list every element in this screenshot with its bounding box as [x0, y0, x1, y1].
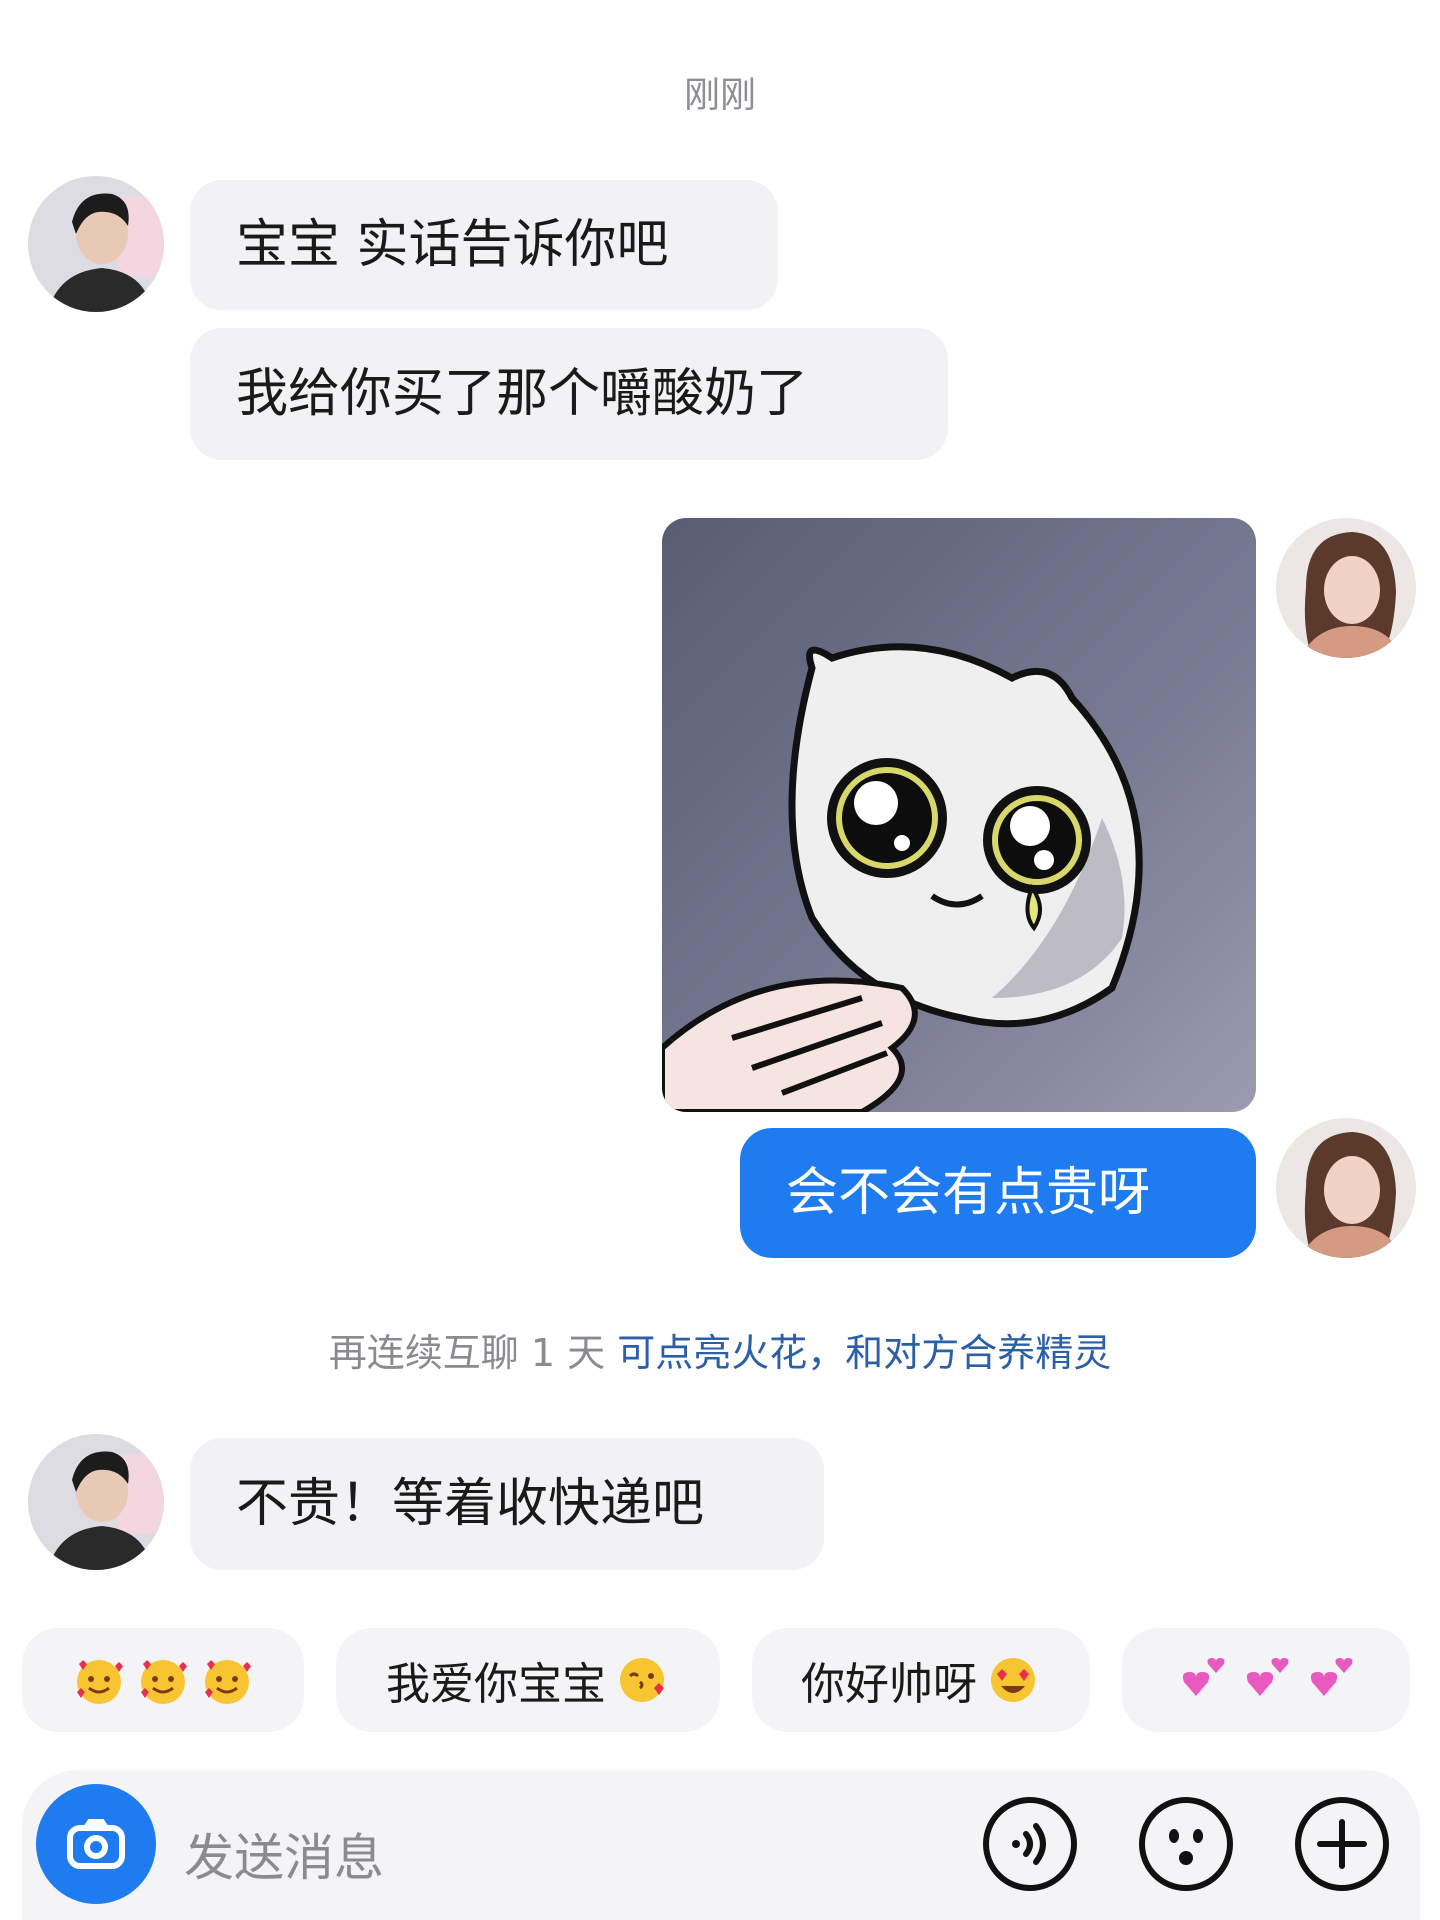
self-avatar[interactable]: [1276, 518, 1416, 658]
spark-tip: 再连续互聊 1 天 可点亮火花，和对方合养精灵: [0, 1322, 1440, 1377]
smiling-face-with-hearts-icon: [205, 1660, 251, 1704]
camera-icon: [67, 1819, 125, 1869]
chat-timestamp: 刚刚: [683, 75, 756, 116]
heart-eyes-icon: [991, 1658, 1035, 1702]
face-blowing-kiss-icon: [620, 1658, 664, 1702]
crying-cat-illustration: [662, 518, 1256, 1112]
incoming-message-2[interactable]: 我给你买了那个嚼酸奶了: [190, 328, 948, 460]
contact-avatar-image: [28, 176, 164, 312]
outgoing-message-1[interactable]: 会不会有点贵呀: [740, 1128, 1256, 1258]
plus-icon[interactable]: [1294, 1796, 1390, 1892]
contact-avatar-image: [28, 1434, 164, 1570]
smiling-face-with-hearts-icon: [141, 1660, 187, 1704]
contact-avatar[interactable]: [28, 1434, 164, 1570]
quick-reply-label: 你好帅呀: [801, 1659, 977, 1710]
self-avatar[interactable]: [1276, 1118, 1416, 1258]
two-hearts-icon: [1246, 1658, 1289, 1696]
self-avatar-image: [1276, 518, 1416, 658]
spark-tip-link[interactable]: 可点亮火花，和对方合养精灵: [617, 1331, 1111, 1375]
sticker-crying-cat[interactable]: [662, 518, 1256, 1112]
emoji-icon[interactable]: [1138, 1796, 1234, 1892]
smiling-face-with-hearts-icon: [77, 1660, 123, 1704]
quick-reply-handsome[interactable]: 你好帅呀: [752, 1628, 1090, 1732]
quick-reply-two-hearts[interactable]: [1122, 1628, 1410, 1732]
two-hearts-icon: [1310, 1658, 1353, 1696]
quick-reply-hearts-face[interactable]: [22, 1628, 304, 1732]
incoming-message-3[interactable]: 不贵！等着收快递吧: [190, 1438, 824, 1570]
voice-icon[interactable]: [982, 1796, 1078, 1892]
camera-button[interactable]: [36, 1784, 156, 1904]
contact-avatar[interactable]: [28, 176, 164, 312]
quick-reply-label: 我爱你宝宝: [386, 1659, 606, 1710]
quick-reply-love-you[interactable]: 我爱你宝宝: [336, 1628, 720, 1732]
incoming-message-1[interactable]: 宝宝 实话告诉你吧: [190, 180, 778, 310]
self-avatar-image: [1276, 1118, 1416, 1258]
message-input[interactable]: 发送消息: [184, 1818, 384, 1890]
spark-tip-text: 再连续互聊 1 天: [328, 1331, 618, 1375]
two-hearts-icon: [1182, 1658, 1225, 1696]
